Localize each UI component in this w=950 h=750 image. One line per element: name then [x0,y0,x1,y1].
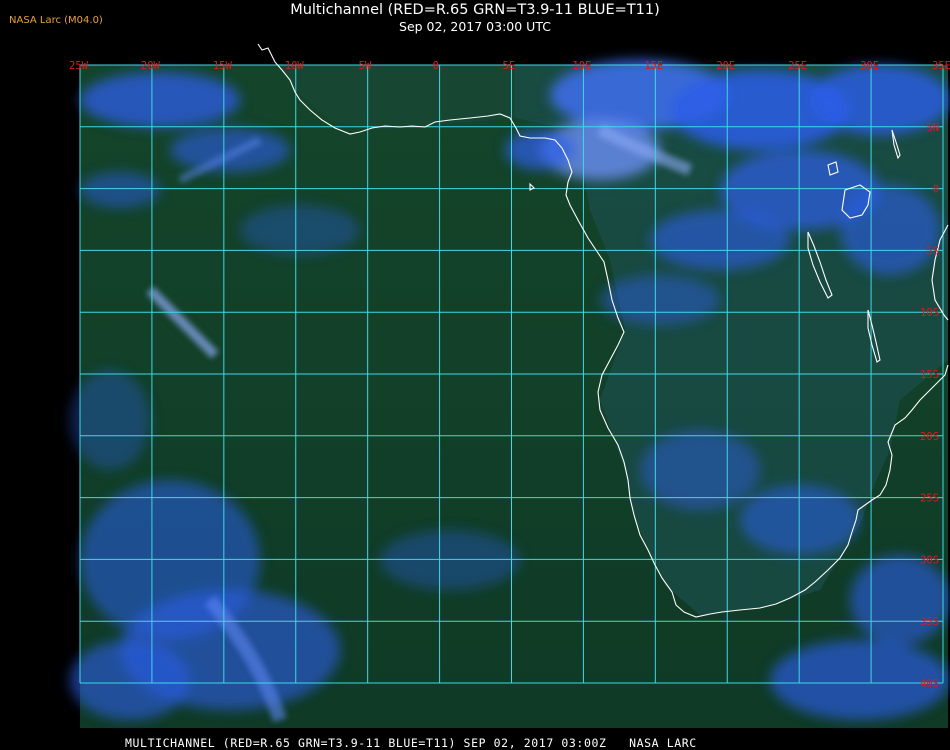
longitude-label: 10E [572,60,591,72]
latitude-label: 35S [920,616,939,628]
latitude-label: 20S [920,431,939,443]
longitude-label: 15E [644,60,663,72]
latitude-label: 40S [920,678,939,690]
longitude-label: 0 [433,60,439,72]
longitude-label: 25E [788,60,807,72]
latitude-label: 5N [926,122,939,134]
longitude-label: 20W [141,60,161,72]
longitude-label: 15W [213,60,233,72]
longitude-label: 30E [860,60,879,72]
latitude-label: 5S [926,245,939,257]
latitude-label: 15S [920,369,939,381]
longitude-label: 25W [69,60,89,72]
longitude-label: 5W [359,60,372,72]
latitude-label: 30S [920,554,939,566]
longitude-label: 5E [503,60,516,72]
latitude-label: 25S [920,493,939,505]
longitude-label: 10W [285,60,305,72]
footer-caption: MULTICHANNEL (RED=R.65 GRN=T3.9-11 BLUE=… [125,736,697,750]
longitude-label: 20E [716,60,735,72]
latitude-label: 0 [933,184,939,196]
latitude-label: 10S [920,307,939,319]
satellite-map: 25W 20W 15W 10W 5W 0 5E 10E 15E 20E 25E 30E 35E 5N 0 5… [69,43,950,728]
satellite-image: 25W 20W 15W 10W 5W 0 5E 10E 15E 20E 25E 30E 35E 5N 0 5… [69,43,950,728]
longitude-label: 35E [932,60,950,72]
